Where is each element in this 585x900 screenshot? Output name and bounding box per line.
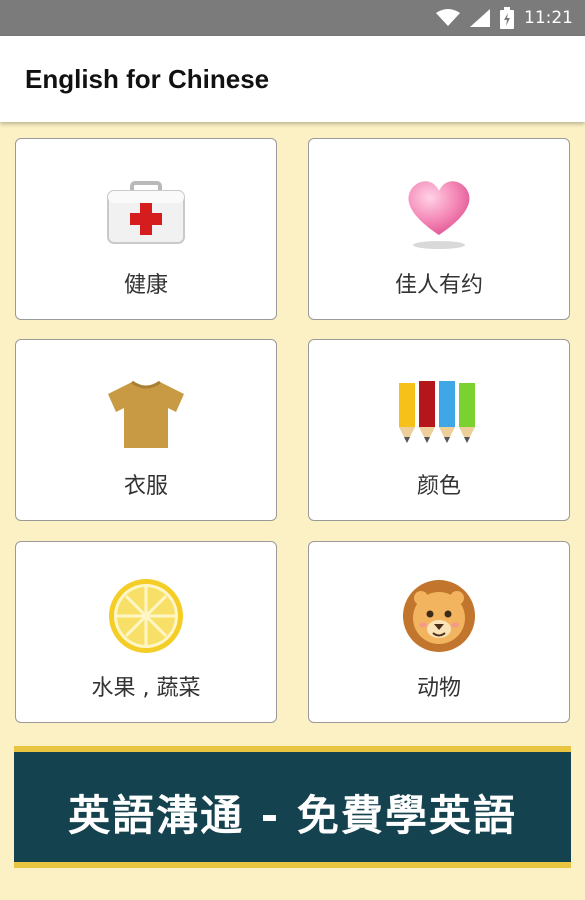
- lemon-slice-icon: [101, 576, 191, 656]
- category-label: 健康: [123, 273, 168, 298]
- status-bar: 11:21: [0, 0, 585, 36]
- heart-icon: [394, 173, 484, 253]
- category-card-colors[interactable]: 颜色: [308, 339, 570, 521]
- category-label: 衣服: [123, 474, 168, 499]
- category-card-health[interactable]: 健康: [15, 138, 277, 320]
- app-title: English for Chinese: [25, 64, 270, 94]
- category-label: 水果 , 蔬菜: [91, 676, 201, 701]
- colored-pencils-icon: [394, 374, 484, 454]
- signal-icon: [470, 9, 490, 27]
- tshirt-icon: [101, 374, 191, 454]
- category-label: 动物: [416, 676, 461, 701]
- app-bar: English for Chinese: [0, 36, 585, 122]
- category-card-dating[interactable]: 佳人有约: [308, 138, 570, 320]
- category-label: 颜色: [416, 474, 461, 499]
- category-card-animals[interactable]: 动物: [308, 541, 570, 723]
- lion-icon: [394, 576, 484, 656]
- category-card-clothes[interactable]: 衣服: [15, 339, 277, 521]
- promo-banner[interactable]: 英語溝通 - 免費學英語: [14, 746, 571, 868]
- status-time: 11:21: [524, 8, 573, 28]
- category-label: 佳人有约: [394, 273, 483, 298]
- status-icons: 11:21: [436, 0, 573, 36]
- battery-icon: [500, 7, 514, 29]
- category-card-fruits-vegetables[interactable]: 水果 , 蔬菜: [15, 541, 277, 723]
- wifi-icon: [436, 9, 460, 26]
- banner-text: 英語溝通 - 免費學英語: [68, 791, 517, 840]
- first-aid-kit-icon: [101, 173, 191, 253]
